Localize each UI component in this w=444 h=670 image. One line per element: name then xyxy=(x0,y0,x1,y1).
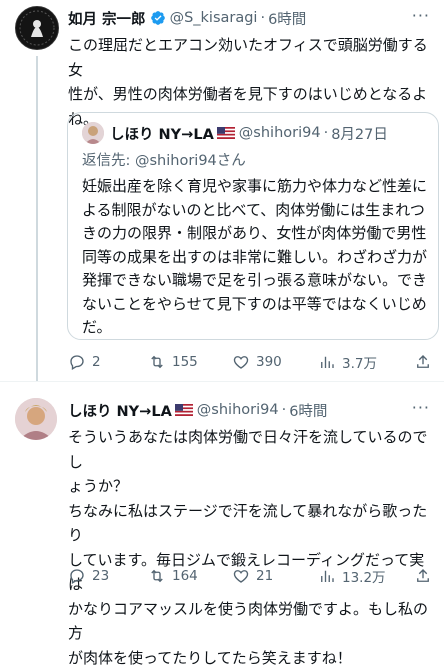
quoted-tweet[interactable]: しほり NY→LA @shihori94 · 8月27日 返信先: @shiho… xyxy=(67,112,439,340)
tweet-1[interactable]: 如月 宗一郎 @S_kisaragi · 6時間 ··· この理屈だとエアコン効… xyxy=(0,0,444,381)
tweet-text: そういうあなたは肉体労働で日々汗を流しているのでし ょうか？ ちなみに私はステー… xyxy=(68,428,429,667)
separator: · xyxy=(260,10,266,26)
avatar[interactable] xyxy=(15,6,59,50)
handle[interactable]: @S_kisaragi xyxy=(170,10,258,26)
heart-icon xyxy=(233,356,249,369)
avatar[interactable] xyxy=(15,398,57,440)
views-button[interactable]: 13.2万 xyxy=(318,566,386,586)
quote-display-name: しほり NY→LA xyxy=(110,126,214,143)
share-button[interactable] xyxy=(414,567,438,585)
reply-count: 23 xyxy=(92,568,110,584)
timestamp[interactable]: 6時間 xyxy=(289,400,327,421)
share-icon xyxy=(417,569,429,582)
retweet-count: 164 xyxy=(172,568,198,584)
like-count: 390 xyxy=(256,354,282,370)
more-options-icon[interactable]: ··· xyxy=(412,398,430,417)
views-icon xyxy=(321,356,334,368)
tweet-2[interactable]: しほり NY→LA @shihori94 · 6時間 ··· そういうあなたは肉… xyxy=(0,381,444,667)
view-count: 3.7万 xyxy=(342,356,377,372)
us-flag-icon xyxy=(174,404,193,416)
quote-date: 8月27日 xyxy=(331,126,388,143)
quote-header: しほり NY→LA @shihori94 · 8月27日 xyxy=(82,122,388,144)
more-options-icon[interactable]: ··· xyxy=(412,6,430,25)
share-icon xyxy=(417,355,429,368)
thread-line xyxy=(36,56,38,381)
views-button[interactable]: 3.7万 xyxy=(318,352,377,372)
replying-to: 返信先: @shihori94さん xyxy=(82,149,246,170)
quote-avatar xyxy=(82,122,104,144)
replying-label: 返信先: xyxy=(82,153,135,169)
display-name[interactable]: しほり NY→LA xyxy=(68,400,172,421)
retweet-icon xyxy=(151,569,163,583)
separator: · xyxy=(281,402,287,418)
timestamp[interactable]: 6時間 xyxy=(268,8,306,29)
retweet-button[interactable]: 155 xyxy=(148,353,198,371)
retweet-button[interactable]: 164 xyxy=(148,567,198,585)
replying-handle[interactable]: @shihori94さん xyxy=(135,153,246,169)
verified-badge-icon xyxy=(150,11,165,25)
reply-count: 2 xyxy=(92,354,101,370)
display-name[interactable]: 如月 宗一郎 xyxy=(68,8,146,29)
quote-text: 妊娠出産を除く育児や家事に筋力や体力など性差に よる制限がないのと比べて、肉体労… xyxy=(82,177,428,336)
us-flag-icon xyxy=(216,127,235,139)
reply-button[interactable]: 23 xyxy=(68,567,109,585)
retweet-count: 155 xyxy=(172,354,198,370)
views-icon xyxy=(321,570,334,582)
action-bar: 23 164 21 13.2万 xyxy=(68,565,438,587)
reply-icon xyxy=(70,355,84,370)
separator: · xyxy=(323,125,329,141)
handle[interactable]: @shihori94 xyxy=(197,402,279,418)
tweet-header: 如月 宗一郎 @S_kisaragi · 6時間 xyxy=(68,8,306,28)
reply-button[interactable]: 2 xyxy=(68,353,101,371)
tweet-header: しほり NY→LA @shihori94 · 6時間 xyxy=(68,400,327,420)
like-button[interactable]: 21 xyxy=(232,567,273,585)
quote-handle: @shihori94 xyxy=(238,125,321,141)
like-count: 21 xyxy=(256,568,274,584)
view-count: 13.2万 xyxy=(342,570,386,586)
reply-icon xyxy=(70,569,84,584)
retweet-icon xyxy=(151,355,163,369)
action-bar: 2 155 390 3.7万 xyxy=(68,351,438,373)
heart-icon xyxy=(233,570,249,583)
like-button[interactable]: 390 xyxy=(232,353,282,371)
share-button[interactable] xyxy=(414,353,438,371)
